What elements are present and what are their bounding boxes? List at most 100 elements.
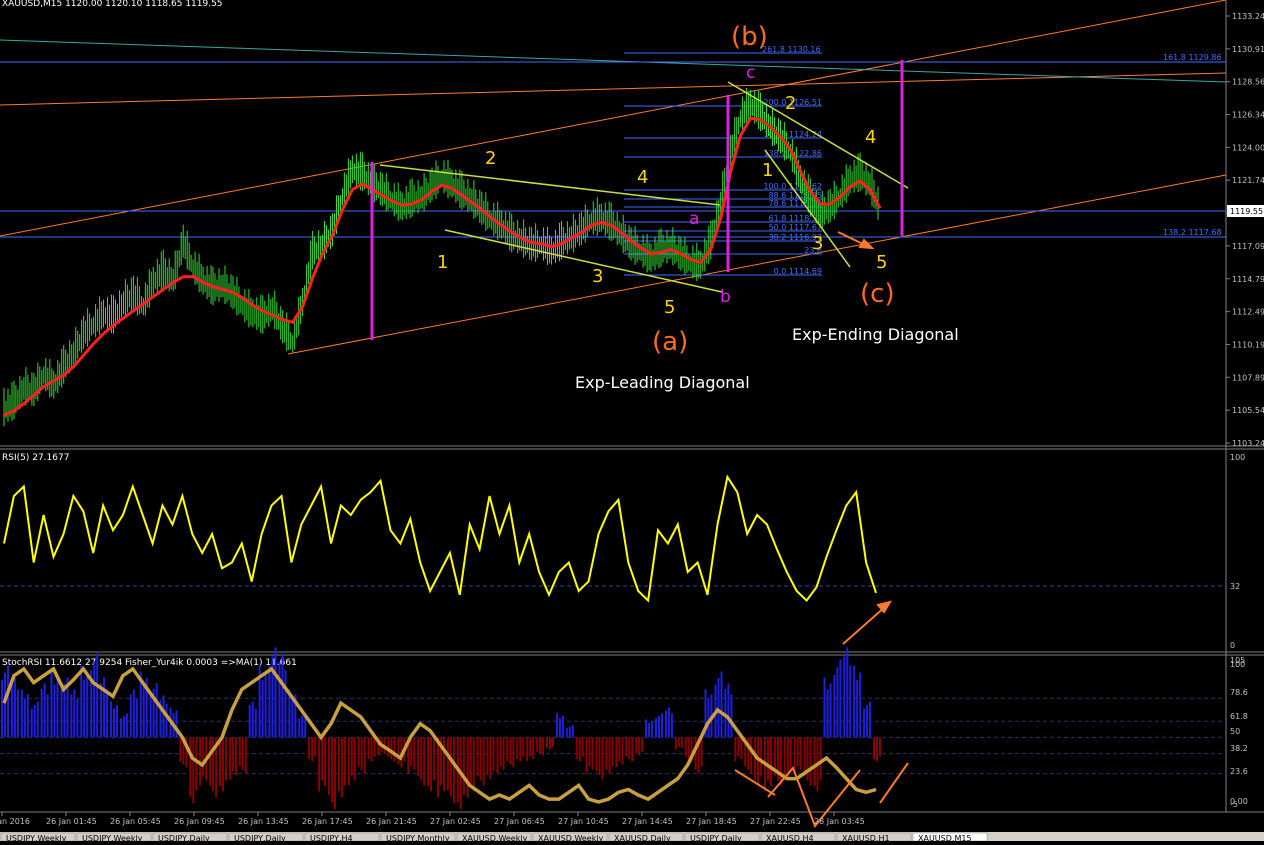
stoch-bar (76, 699, 79, 738)
stoch-bar (110, 701, 112, 738)
stoch-bar (536, 737, 539, 752)
stoch-bar (103, 677, 106, 738)
stoch-bar (651, 721, 654, 738)
stoch-bar (806, 737, 809, 781)
stoch-bar (264, 672, 267, 738)
stoch-bar (879, 737, 881, 757)
time-tick-label: 25 Jan 2016 (0, 817, 30, 826)
stoch-bar (360, 737, 363, 770)
wave-4-left: 4 (637, 167, 648, 188)
stoch-bar (390, 737, 393, 759)
time-tick-label: 27 Jan 22:45 (750, 817, 801, 826)
stoch-bar (311, 737, 314, 762)
stoch-bar (195, 737, 198, 791)
stoch-bar (829, 683, 832, 738)
chart-tabs[interactable]: USDJPY,Weekly USDJPY,Weekly USDJPY,Daily US… (0, 832, 988, 843)
price-tick-label: 1105.54 (1232, 406, 1264, 415)
chart-tab-label[interactable]: USDJPY,H4 (310, 834, 353, 843)
chart-tab-label[interactable]: USDJPY,Weekly (6, 834, 67, 843)
stoch-bar (621, 737, 624, 765)
stoch-bar (615, 737, 618, 768)
stoch-bar (585, 737, 588, 774)
stoch-bar (512, 737, 515, 768)
chart-tab-label[interactable]: XAUUSD,Daily (614, 834, 671, 843)
chart-tab-label[interactable]: XAUUSD,M15 (918, 834, 972, 843)
fib-right-bottom: 138.2 1117.68 (1163, 228, 1222, 237)
stoch-bar (770, 737, 772, 786)
chart-tab-label[interactable]: USDJPY,Daily (690, 834, 742, 843)
stoch-bar (819, 737, 822, 781)
stoch-bar (737, 737, 740, 757)
chart-tab-label[interactable]: USDJPY,Daily (158, 834, 210, 843)
symbol-header: XAUUSD,M15 1120.00 1120.10 1118.65 1119.… (2, 0, 223, 9)
stoch-bar (578, 737, 581, 762)
stoch-bar (60, 689, 63, 738)
time-tick-label: 26 Jan 01:45 (46, 817, 97, 826)
wave-4-right: 4 (865, 127, 876, 148)
stoch-bar (268, 665, 271, 738)
stoch-bar (119, 718, 122, 738)
stoch-bar (876, 737, 878, 762)
annotation-leading: Exp-Leading Diagonal (575, 373, 750, 392)
stoch-bar (509, 737, 512, 765)
stoch-bar (482, 737, 485, 786)
stoch-bar (301, 715, 304, 738)
stoch-bar (328, 737, 330, 795)
chart-tab-label[interactable]: XAUUSD,H4 (766, 834, 814, 843)
stoch-bar (661, 713, 663, 738)
stoch-bar (46, 694, 49, 738)
current-price-label: 1119.55 (1230, 207, 1263, 216)
stoch-bar (357, 737, 360, 767)
annotation-ending: Exp-Ending Diagonal (792, 325, 959, 344)
stoch-bar (93, 661, 96, 738)
stoch-bar (757, 737, 760, 786)
stoch-bar (73, 689, 76, 738)
stoch-bar (50, 671, 53, 738)
stoch-bar (334, 737, 336, 810)
stoch-bar (605, 737, 608, 770)
chart-tab-label[interactable]: USDJPY,Weekly (82, 834, 143, 843)
stoch-bar (489, 737, 492, 780)
stoch-bar (16, 689, 19, 738)
chart-tab-label[interactable]: XAUUSD,Weekly (462, 834, 528, 843)
rsi-tick-100: 100 (1230, 453, 1245, 462)
chart-tab-label[interactable]: XAUUSD,Weekly (538, 834, 604, 843)
chart-tab-label[interactable]: USDJPY,Daily (234, 834, 286, 843)
fib-label: 100.0 1120.62 (763, 182, 822, 191)
stoch-bar (155, 683, 158, 738)
chart-tab-label[interactable]: USDJPY,Monthly (386, 834, 450, 843)
stoch-bar (308, 737, 311, 759)
stoch-bar (783, 737, 786, 776)
stoch-title: StochRSI 11.6612 27.9254 Fisher_Yur4ik 0… (2, 658, 297, 668)
stoch-bar (472, 737, 475, 792)
stoch-bar (635, 737, 638, 754)
stoch-bar (96, 653, 99, 738)
stoch-bar (462, 737, 465, 795)
stoch-bar (803, 737, 806, 776)
time-tick-label: 26 Jan 13:45 (238, 817, 289, 826)
stoch-bar (853, 665, 856, 738)
stoch-bar (106, 689, 109, 738)
stoch-tick-label: 23.6 (1230, 767, 1248, 776)
stoch-bar (83, 679, 86, 738)
stoch-bar (1, 679, 3, 738)
stoch-bar (340, 737, 343, 798)
stoch-bar (430, 737, 433, 792)
wave-small-c: c (746, 63, 755, 83)
stoch-bar (291, 699, 294, 738)
stoch-bar (730, 694, 733, 738)
stoch-bar (568, 726, 571, 738)
price-tick-label: 1112.49 (1232, 308, 1264, 317)
stoch-bar (347, 737, 350, 786)
stoch-bar (56, 678, 59, 738)
stoch-bar (700, 737, 703, 767)
wave-2-left: 2 (485, 148, 496, 169)
chart-tab-label[interactable]: XAUUSD,H1 (842, 834, 890, 843)
stoch-bar (750, 737, 753, 774)
wave-3-right: 3 (812, 233, 823, 254)
stoch-bar (116, 705, 118, 738)
stoch-bar (680, 737, 683, 749)
stoch-bar (601, 737, 604, 780)
stoch-bar (10, 683, 13, 738)
stoch-bar (611, 737, 614, 767)
